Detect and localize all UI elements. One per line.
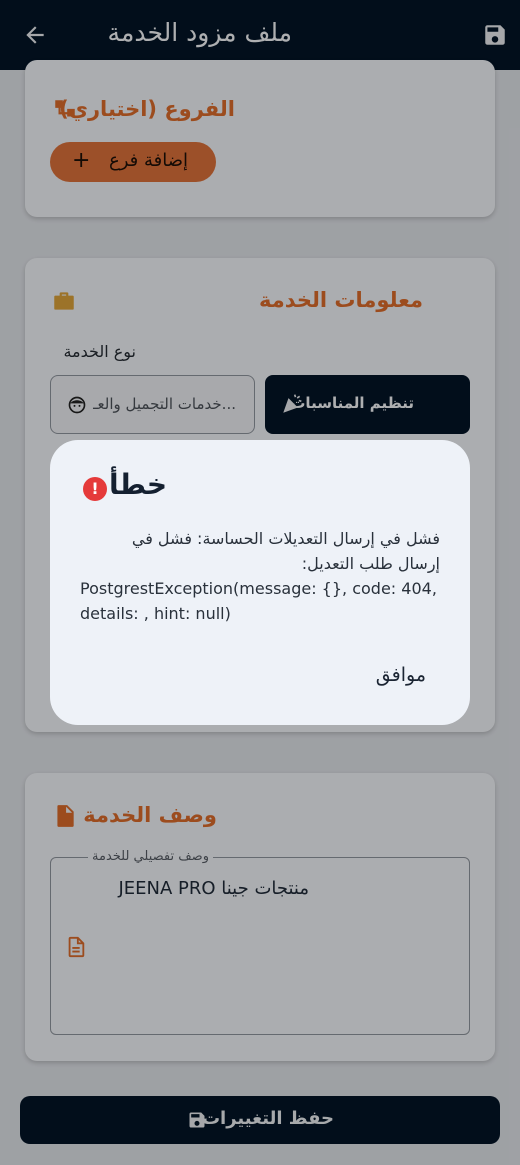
- dialog-message-line: details: , hint: null): [80, 604, 231, 623]
- dialog-message-line: فشل في إرسال التعديلات الحساسة: فشل في: [131, 529, 440, 548]
- dialog-title: خطأ: [109, 468, 167, 501]
- ok-button[interactable]: موافق: [376, 664, 426, 686]
- dialog-message-line: PostgrestException(message: {}, code: 40…: [80, 579, 437, 598]
- error-dialog: ! خطأ فشل في إرسال التعديلات الحساسة: فش…: [50, 440, 470, 725]
- error-icon: !: [83, 477, 107, 501]
- dialog-message-line: إرسال طلب التعديل:: [301, 554, 440, 573]
- dialog-message: فشل في إرسال التعديلات الحساسة: فشل في إ…: [80, 526, 440, 626]
